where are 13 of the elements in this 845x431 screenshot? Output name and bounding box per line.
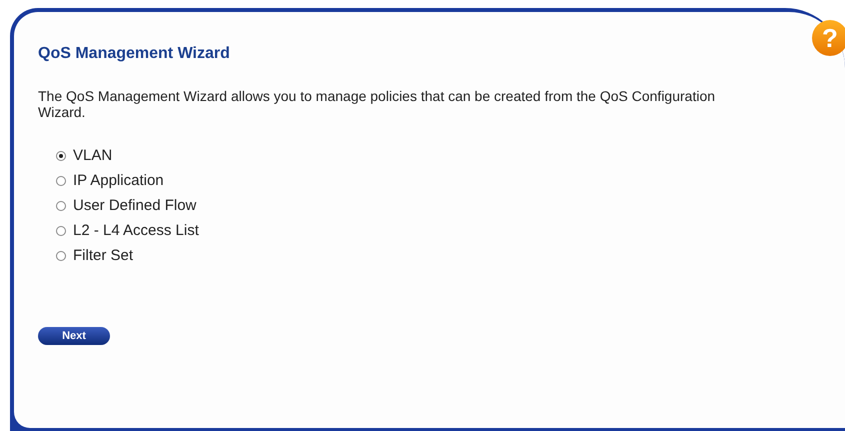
- radio-button[interactable]: [56, 200, 66, 210]
- next-button[interactable]: Next: [38, 327, 110, 345]
- radio-option[interactable]: User Defined Flow: [56, 196, 845, 215]
- radio-button[interactable]: [56, 226, 66, 236]
- radio-option[interactable]: L2 - L4 Access List: [56, 221, 845, 240]
- radio-option[interactable]: Filter Set: [56, 246, 845, 265]
- radio-option[interactable]: IP Application: [56, 171, 845, 190]
- description-text: The QoS Management Wizard allows you to manage policies that can be created from the QoS Configuration Wizard.: [38, 88, 716, 120]
- radio-button[interactable]: [56, 150, 66, 160]
- wizard-title: QoS Management Wizard: [38, 44, 231, 64]
- radio-button[interactable]: [56, 176, 66, 186]
- radio-button[interactable]: [56, 250, 66, 260]
- radio-option[interactable]: VLAN: [56, 146, 845, 165]
